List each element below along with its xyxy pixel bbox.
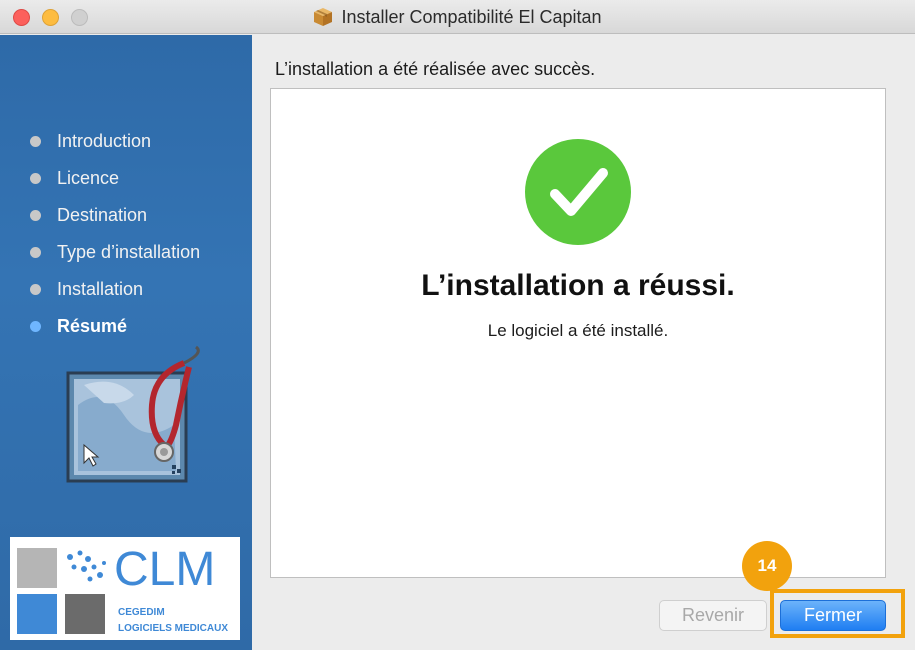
close-button[interactable]: Fermer (780, 600, 886, 631)
title-bar: Installer Compatibilité El Capitan (0, 0, 915, 34)
clm-logo: CLM CEGEDIM LOGICIELS MEDICAUX (10, 537, 240, 640)
package-icon (314, 8, 333, 26)
success-subtitle: Le logiciel a été installé. (487, 321, 669, 340)
step-installation-type: Type d’installation (30, 234, 200, 271)
window-title-group: Installer Compatibilité El Capitan (0, 0, 915, 34)
step-introduction: Introduction (30, 123, 200, 160)
success-title: L’installation a réussi. (421, 269, 735, 302)
checkmark-icon (525, 139, 631, 245)
step-bullet-active-icon (30, 321, 41, 332)
step-label: Introduction (57, 131, 152, 151)
sidebar: Introduction Licence Destination Type d’… (0, 35, 252, 650)
step-bullet-icon (30, 173, 41, 184)
step-bullet-icon (30, 284, 41, 295)
step-label: Type d’installation (57, 242, 201, 262)
main-content: L’installation a été réalisée avec succè… (252, 35, 915, 650)
step-bullet-icon (30, 247, 41, 258)
step-summary: Résumé (30, 308, 200, 345)
step-installation: Installation (30, 271, 200, 308)
step-bullet-icon (30, 136, 41, 147)
window-title: Installer Compatibilité El Capitan (341, 6, 602, 27)
step-bullet-icon (30, 210, 41, 221)
annotation-step-badge: 14 (742, 541, 792, 591)
summary-panel: L’installation a réussi. Le logiciel a é… (270, 88, 886, 578)
installer-window: Installer Compatibilité El Capitan Intro… (0, 0, 915, 650)
clm-logo-brand: CLM (114, 543, 215, 596)
step-destination: Destination (30, 197, 200, 234)
step-label: Résumé (57, 316, 128, 336)
step-licence: Licence (30, 160, 200, 197)
step-label: Licence (57, 168, 120, 188)
install-steps-list: Introduction Licence Destination Type d’… (30, 123, 200, 345)
clm-logo-line2: LOGICIELS MEDICAUX (118, 623, 228, 634)
stethoscope-illustration (66, 345, 200, 483)
step-label: Installation (57, 279, 144, 299)
back-button[interactable]: Revenir (659, 600, 767, 631)
clm-logo-line1: CEGEDIM (118, 607, 165, 618)
step-label: Destination (57, 205, 148, 225)
page-header: L’installation a été réalisée avec succè… (275, 59, 596, 79)
clm-logo-graphic: CLM CEGEDIM LOGICIELS MEDICAUX (17, 543, 228, 634)
